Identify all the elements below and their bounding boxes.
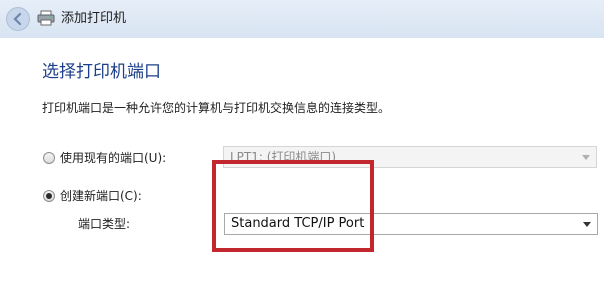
back-button[interactable]: [6, 7, 30, 31]
new-port-radio[interactable]: [43, 190, 55, 202]
chevron-down-icon: [583, 222, 591, 227]
existing-port-label: 使用现有的端口(U):: [60, 151, 167, 165]
existing-port-radio[interactable]: [43, 152, 55, 164]
title-bar: 添加打印机: [0, 0, 604, 38]
page-description: 打印机端口是一种允许您的计算机与打印机交换信息的连接类型。: [42, 101, 391, 115]
printer-icon: [37, 10, 55, 26]
page-heading: 选择打印机端口: [42, 62, 161, 82]
back-arrow-icon: [13, 12, 22, 26]
chevron-down-icon: [582, 155, 590, 160]
radio-selected-dot: [46, 193, 52, 199]
highlight-annotation-box: [212, 160, 374, 252]
port-type-label: 端口类型:: [78, 217, 131, 231]
window-title: 添加打印机: [61, 11, 127, 26]
new-port-label: 创建新端口(C):: [60, 189, 142, 203]
